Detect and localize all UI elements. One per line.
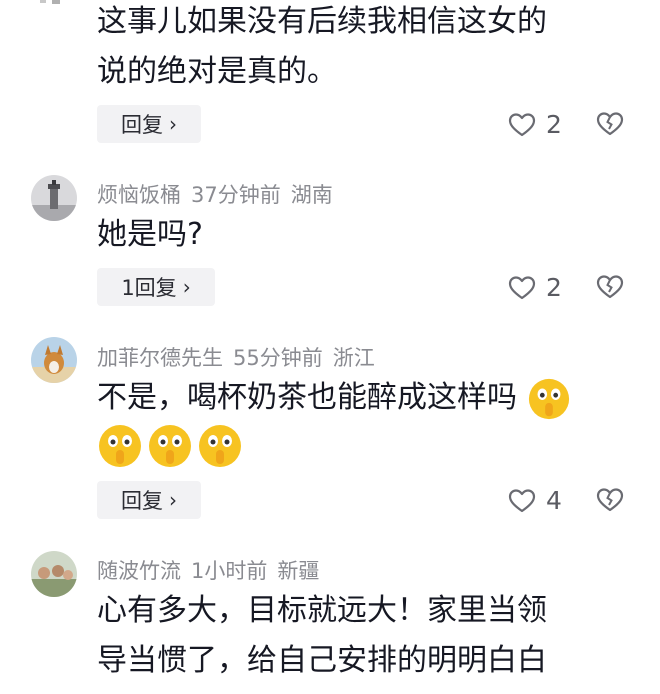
username[interactable]: 随波竹流 <box>97 559 181 583</box>
username[interactable]: 加菲尔德先生 <box>97 346 223 370</box>
comment-4-text-line-2: 导当惯了，给自己安排的明明白白 <box>97 643 547 678</box>
broken-heart-icon[interactable] <box>596 274 624 300</box>
comment-1-like-button[interactable]: 2 <box>508 110 562 139</box>
comment-1-reply-button[interactable]: 回复 › <box>97 105 201 143</box>
timestamp: 55分钟前 <box>233 346 323 370</box>
like-count: 2 <box>546 273 562 302</box>
chevron-right-icon: › <box>182 275 191 299</box>
chevron-right-icon: › <box>169 112 177 136</box>
heart-icon <box>508 275 536 299</box>
location: 浙江 <box>332 346 375 370</box>
comment-2-text: 她是吗? <box>97 217 203 252</box>
broken-heart-icon[interactable] <box>596 487 624 513</box>
reply-label: 1回复 <box>121 276 177 300</box>
like-count: 2 <box>546 110 562 139</box>
heart-icon <box>508 112 536 136</box>
broken-heart-icon[interactable] <box>596 111 624 137</box>
emoji-row <box>97 423 247 469</box>
shush-emoji-icon <box>199 425 241 467</box>
location: 湖南 <box>290 183 333 207</box>
comment-3-text: 不是，喝杯奶茶也能醉成这样吗 <box>97 373 571 423</box>
comment-4-text-line-1: 心有多大，目标就远大！家里当领 <box>97 593 547 628</box>
comment-1-text-line-2: 说的绝对是真的。 <box>97 54 337 89</box>
comment-3-text-body: 不是，喝杯奶茶也能醉成这样吗 <box>97 380 517 415</box>
username[interactable]: 烦恼饭桶 <box>97 183 181 207</box>
cropped-avatar-edge <box>40 0 60 4</box>
shush-emoji-icon <box>528 378 569 419</box>
timestamp: 37分钟前 <box>191 183 281 207</box>
heart-icon <box>508 488 536 512</box>
avatar[interactable] <box>31 175 77 221</box>
reply-label: 回复 <box>121 489 163 513</box>
comment-2-reply-button[interactable]: 1回复 › <box>97 268 215 306</box>
comment-4-meta: 随波竹流 1小时前 新疆 <box>97 555 329 585</box>
lighthouse-avatar-icon <box>31 175 77 221</box>
timestamp: 1小时前 <box>191 559 268 583</box>
location: 新疆 <box>277 559 320 583</box>
comment-3-reply-button[interactable]: 回复 › <box>97 481 201 519</box>
corgi-avatar-icon <box>31 337 77 383</box>
comment-1-text-line-1: 这事儿如果没有后续我相信这女的 <box>97 4 547 39</box>
avatar[interactable] <box>31 551 77 597</box>
comment-2-meta: 烦恼饭桶 37分钟前 湖南 <box>97 179 343 209</box>
chevron-right-icon: › <box>169 488 177 512</box>
comment-3-meta: 加菲尔德先生 55分钟前 浙江 <box>97 342 385 372</box>
shush-emoji-icon <box>149 425 191 467</box>
like-count: 4 <box>546 486 562 515</box>
group-photo-avatar-icon <box>31 551 77 597</box>
comment-2-like-button[interactable]: 2 <box>508 273 562 302</box>
comment-3-like-button[interactable]: 4 <box>508 486 562 515</box>
avatar[interactable] <box>31 337 77 383</box>
shush-emoji-icon <box>99 425 141 467</box>
reply-label: 回复 <box>121 113 163 137</box>
